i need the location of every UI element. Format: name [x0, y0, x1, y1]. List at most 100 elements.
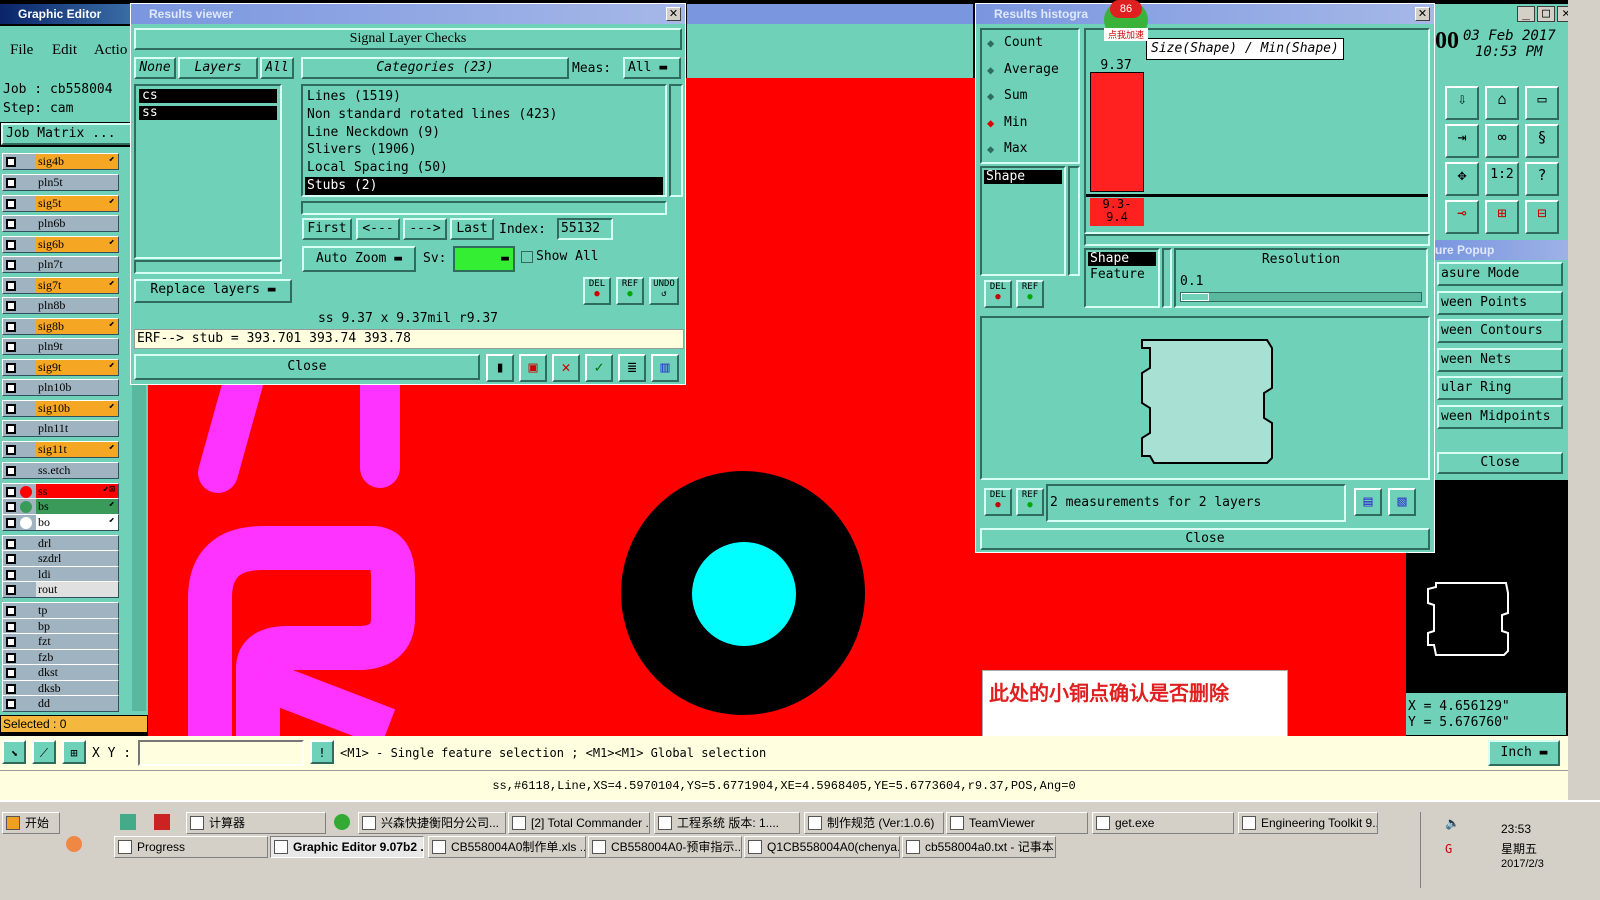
import-icon[interactable]: ⇥	[1445, 124, 1479, 158]
show-all-checkbox[interactable]	[521, 251, 533, 263]
layer-edit-icon[interactable]: ⬋	[109, 237, 115, 248]
layer-checkbox[interactable]	[6, 502, 16, 512]
delete-cross-icon[interactable]: ✕	[552, 354, 580, 382]
layer-row[interactable]: pln8b	[2, 297, 119, 314]
category-item[interactable]: Stubs (2)	[305, 176, 663, 195]
layer-row[interactable]: dd	[2, 695, 119, 712]
taskbar-item[interactable]: Q1CB558004A0(chenya...	[744, 836, 900, 858]
layer-row[interactable]: szdrl	[2, 550, 119, 567]
layer-row[interactable]: pln7t	[2, 256, 119, 273]
layer-checkbox[interactable]	[6, 539, 16, 549]
layers-button[interactable]: Layers	[178, 57, 258, 79]
layer-row[interactable]: sig9t ⬋	[2, 359, 119, 376]
layer-row[interactable]: sig10b ⬋	[2, 400, 119, 417]
taskbar-item[interactable]: Graphic Editor 9.07b2 ...	[270, 836, 424, 858]
stat-option[interactable]: ◆ Sum	[982, 83, 1078, 110]
radio-icon[interactable]: ◆	[987, 83, 994, 109]
snake-icon[interactable]: §	[1525, 124, 1559, 158]
layer-checkbox[interactable]	[6, 518, 16, 528]
layer-color-dot[interactable]	[20, 501, 32, 513]
help-icon[interactable]: ?	[1525, 162, 1559, 196]
taskbar-item[interactable]: 制作规范 (Ver:1.0.6)	[804, 812, 944, 834]
category-item[interactable]: Lines (1519)	[305, 88, 663, 106]
layer-edit-icon[interactable]: ⬋	[109, 499, 115, 510]
layer-row[interactable]: pln10b	[2, 379, 119, 396]
category-item[interactable]: Local Spacing (50)	[305, 159, 663, 177]
histogram-close-icon[interactable]: ✕	[1415, 7, 1430, 21]
ref-button[interactable]: REF ●	[616, 277, 644, 305]
home-icon[interactable]: ⌂	[1485, 86, 1519, 120]
histogram-hscroll[interactable]	[1084, 234, 1430, 246]
histogram-close-button[interactable]: Close	[980, 528, 1430, 550]
layer-edit-icon[interactable]: ⬋	[109, 319, 115, 330]
popup-item[interactable]: ween Midpoints	[1437, 404, 1563, 429]
layer-row[interactable]: sig6b ⬋	[2, 236, 119, 253]
layer-checkbox[interactable]	[6, 668, 16, 678]
layer-checkbox[interactable]	[6, 570, 16, 580]
layer-hscroll[interactable]	[134, 260, 282, 274]
layer-edit-icon[interactable]: ⬋⊠	[103, 484, 115, 495]
popup-item[interactable]: ween Nets	[1437, 347, 1563, 372]
layer-edit-icon[interactable]: ⬋	[109, 360, 115, 371]
layer-checkbox[interactable]	[6, 281, 16, 291]
shape-vscroll[interactable]	[1068, 166, 1080, 276]
layer-checkbox[interactable]	[6, 487, 16, 497]
zoom-all-icon[interactable]: ▧	[1388, 488, 1416, 516]
layer-checkbox[interactable]	[6, 424, 16, 434]
layer-checkbox[interactable]	[6, 383, 16, 393]
none-button[interactable]: None	[134, 57, 176, 79]
results-close-button[interactable]: Close	[134, 354, 480, 380]
pdf-icon[interactable]	[154, 814, 170, 830]
quick-launch-icon[interactable]	[66, 836, 82, 852]
histogram-bar[interactable]	[1090, 72, 1144, 192]
popup-item[interactable]: asure Mode	[1437, 262, 1563, 286]
shape-feature-list[interactable]: Shape Feature	[1084, 248, 1160, 308]
last-button[interactable]: Last	[450, 218, 494, 240]
accelerator-ball[interactable]: 86 点我加速	[1104, 0, 1148, 41]
prev-button[interactable]: <---	[356, 218, 400, 240]
layer-row[interactable]: dkst	[2, 664, 119, 681]
layer-row[interactable]: sig7t ⬋	[2, 277, 119, 294]
layer-checkbox[interactable]	[6, 322, 16, 332]
shape-feature-vscroll[interactable]	[1162, 248, 1172, 308]
radio-icon[interactable]: ◆	[987, 136, 994, 162]
layer-row[interactable]: sig11t ⬋	[2, 441, 119, 458]
snap-tool-icon[interactable]: ⟋	[32, 740, 56, 764]
layer-row[interactable]: bs ⬋	[2, 498, 119, 515]
start-button[interactable]: 开始	[2, 812, 60, 834]
layer-color-dot[interactable]	[20, 517, 32, 529]
layer-checkbox[interactable]	[6, 404, 16, 414]
layer-checkbox[interactable]	[6, 157, 16, 167]
stat-option[interactable]: ◆ Max	[982, 136, 1078, 163]
taskbar-item[interactable]: [2] Total Commander ...	[508, 812, 650, 834]
radio-icon[interactable]: ◆	[987, 30, 994, 56]
layer-checkbox[interactable]	[6, 622, 16, 632]
list-item[interactable]: Shape	[1088, 252, 1156, 266]
xy-input[interactable]	[138, 740, 304, 766]
categories-hscroll[interactable]	[301, 201, 667, 215]
layer-checkbox[interactable]	[6, 466, 16, 476]
layer-checkbox[interactable]	[6, 445, 16, 455]
categories-vscroll[interactable]	[669, 84, 683, 197]
layer-row[interactable]: pln11t	[2, 420, 119, 437]
list-item[interactable]: Feature	[1088, 268, 1156, 282]
list-item[interactable]: Shape	[984, 170, 1062, 184]
layer-row[interactable]: sig5t ⬋	[2, 195, 119, 212]
taskbar-item[interactable]: 工程系统 版本: 1....	[654, 812, 800, 834]
zoom-feature-icon[interactable]: ▤	[1354, 488, 1382, 516]
layer-checkbox[interactable]	[6, 684, 16, 694]
layer-row[interactable]: sig8b ⬋	[2, 318, 119, 335]
layer-row[interactable]: rout	[2, 581, 119, 598]
save-icon[interactable]: ⇩	[1445, 86, 1479, 120]
taskbar-item[interactable]: CB558004A0-预审指示....	[588, 836, 742, 858]
mini-map[interactable]	[1406, 553, 1566, 693]
layer-checkbox[interactable]	[6, 342, 16, 352]
next-button[interactable]: --->	[403, 218, 447, 240]
layer-row[interactable]: pln6b	[2, 215, 119, 232]
layer-checkbox[interactable]	[6, 606, 16, 616]
taskbar-item[interactable]: 兴森快捷衡阳分公司...	[358, 812, 506, 834]
volume-icon[interactable]: 🔈	[1445, 816, 1460, 830]
info-icon[interactable]: !	[310, 740, 334, 764]
taskbar-item[interactable]: TeamViewer	[946, 812, 1088, 834]
meas-dropdown[interactable]: All ▬	[623, 57, 681, 79]
